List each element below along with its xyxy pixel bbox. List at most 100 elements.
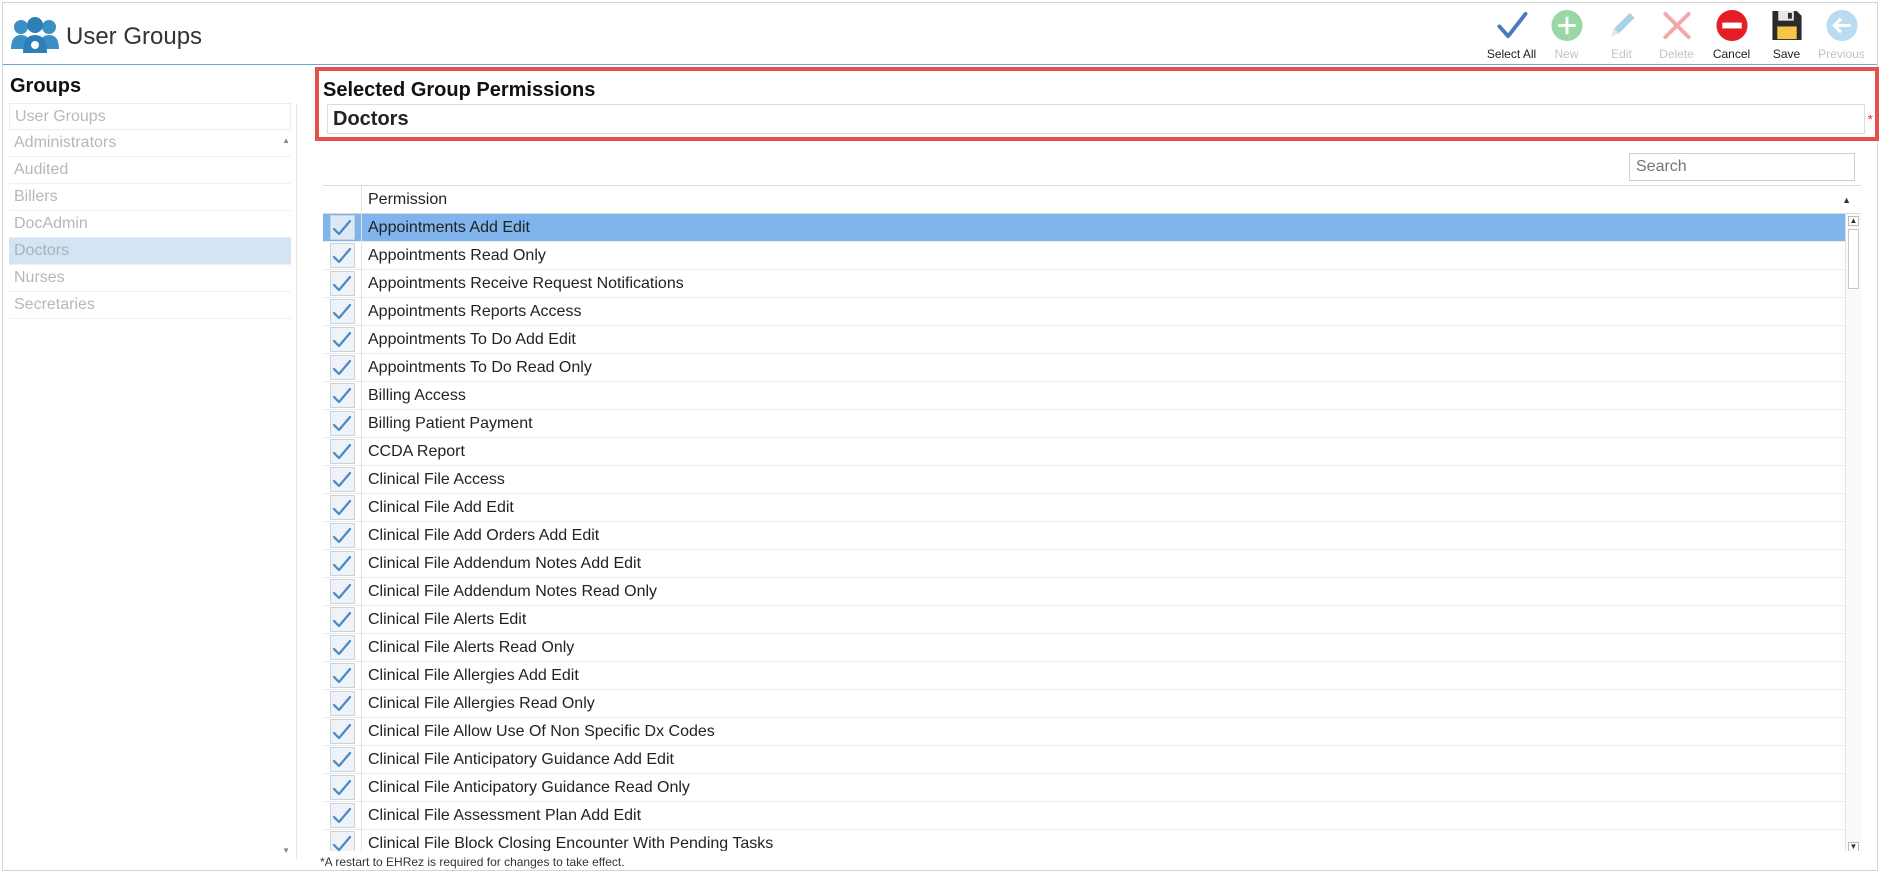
permission-checkbox[interactable] bbox=[323, 521, 362, 550]
table-row[interactable]: Billing Access bbox=[323, 381, 1856, 410]
permission-checkbox[interactable] bbox=[323, 745, 362, 774]
permission-label: Clinical File Add Orders Add Edit bbox=[368, 526, 600, 544]
checkmark-icon bbox=[332, 219, 352, 235]
table-row[interactable]: Clinical File Allergies Read Only bbox=[323, 689, 1856, 718]
table-row[interactable]: Clinical File Add Edit bbox=[323, 493, 1856, 522]
group-item-administrators[interactable]: Administrators bbox=[9, 130, 291, 157]
permission-checkbox[interactable] bbox=[323, 409, 362, 438]
table-row[interactable]: Clinical File Access bbox=[323, 465, 1856, 494]
permission-checkbox[interactable] bbox=[323, 801, 362, 830]
sort-ascending-icon[interactable]: ▲ bbox=[1842, 195, 1851, 205]
table-row[interactable]: Appointments Reports Access bbox=[323, 297, 1856, 326]
search-input[interactable] bbox=[1629, 153, 1855, 181]
permission-checkbox[interactable] bbox=[323, 297, 362, 326]
checkmark-icon bbox=[332, 303, 352, 319]
permission-checkbox[interactable] bbox=[323, 549, 362, 578]
permission-checkbox[interactable] bbox=[323, 241, 362, 270]
table-row[interactable]: Appointments To Do Read Only bbox=[323, 353, 1856, 382]
permission-label: Clinical File Alerts Read Only bbox=[368, 638, 575, 656]
checkbox-box bbox=[329, 439, 355, 464]
table-row[interactable]: CCDA Report bbox=[323, 437, 1856, 466]
permission-checkbox[interactable] bbox=[323, 661, 362, 690]
scroll-thumb[interactable] bbox=[1848, 229, 1859, 289]
permission-checkbox[interactable] bbox=[323, 325, 362, 354]
table-row[interactable]: Clinical File Anticipatory Guidance Add … bbox=[323, 745, 1856, 774]
group-item-docadmin[interactable]: DocAdmin bbox=[9, 211, 291, 238]
plus-circle-icon bbox=[1550, 9, 1583, 42]
table-row[interactable]: Clinical File Add Orders Add Edit bbox=[323, 521, 1856, 550]
permission-label: Appointments Reports Access bbox=[368, 302, 582, 320]
permission-checkbox[interactable] bbox=[323, 465, 362, 494]
page-title: User Groups bbox=[66, 23, 203, 50]
checkmark-icon bbox=[332, 359, 352, 375]
table-row[interactable]: Clinical File Addendum Notes Read Only bbox=[323, 577, 1856, 606]
checkbox-box bbox=[329, 691, 355, 716]
list-scroll-up-arrow[interactable]: ▲ bbox=[282, 136, 290, 145]
group-item-secretaries[interactable]: Secretaries bbox=[9, 292, 291, 319]
select-all-button[interactable]: Select All bbox=[1484, 7, 1539, 61]
permission-checkbox[interactable] bbox=[323, 493, 362, 522]
checkbox-box bbox=[329, 299, 355, 324]
permission-checkbox[interactable] bbox=[323, 633, 362, 662]
checkmark-icon bbox=[332, 695, 352, 711]
table-row[interactable]: Billing Patient Payment bbox=[323, 409, 1856, 438]
table-row[interactable]: Clinical File Allergies Add Edit bbox=[323, 661, 1856, 690]
table-row[interactable]: Clinical File Anticipatory Guidance Read… bbox=[323, 773, 1856, 802]
checkbox-box bbox=[329, 411, 355, 436]
permission-checkbox[interactable] bbox=[323, 213, 362, 242]
permission-label: Clinical File Allow Use Of Non Specific … bbox=[368, 722, 715, 740]
new-button[interactable]: New bbox=[1539, 7, 1594, 61]
table-row[interactable]: Clinical File Alerts Edit bbox=[323, 605, 1856, 634]
group-item-doctors[interactable]: Doctors bbox=[9, 238, 291, 265]
previous-button[interactable]: Previous bbox=[1814, 7, 1869, 61]
permission-checkbox[interactable] bbox=[323, 717, 362, 746]
list-scroll-down-arrow[interactable]: ▼ bbox=[282, 846, 290, 855]
permissions-panel: Selected Group Permissions Doctors * Per… bbox=[315, 67, 1879, 869]
checkbox-box bbox=[329, 803, 355, 828]
permission-checkbox[interactable] bbox=[323, 605, 362, 634]
scroll-down-arrow[interactable]: ▼ bbox=[1848, 842, 1859, 851]
table-row[interactable]: Clinical File Alerts Read Only bbox=[323, 633, 1856, 662]
checkmark-icon bbox=[332, 499, 352, 515]
previous-label: Previous bbox=[1818, 47, 1865, 61]
permission-checkbox[interactable] bbox=[323, 689, 362, 718]
permission-label: Appointments Read Only bbox=[368, 246, 546, 264]
permission-checkbox[interactable] bbox=[323, 269, 362, 298]
table-row[interactable]: Appointments To Do Add Edit bbox=[323, 325, 1856, 354]
vertical-scrollbar[interactable]: ▲ ▼ bbox=[1845, 214, 1861, 851]
permission-checkbox[interactable] bbox=[323, 381, 362, 410]
group-item-billers[interactable]: Billers bbox=[9, 184, 291, 211]
permission-label: Appointments Receive Request Notificatio… bbox=[368, 274, 684, 292]
checkbox-box bbox=[329, 271, 355, 296]
permission-checkbox[interactable] bbox=[323, 353, 362, 382]
checkbox-column-header[interactable] bbox=[323, 186, 362, 213]
cancel-label: Cancel bbox=[1712, 47, 1751, 61]
scroll-up-arrow[interactable]: ▲ bbox=[1848, 216, 1859, 226]
permission-column-header[interactable]: Permission bbox=[362, 186, 453, 213]
groups-column-header[interactable]: User Groups bbox=[9, 103, 291, 130]
group-item-nurses[interactable]: Nurses bbox=[9, 265, 291, 292]
permission-checkbox[interactable] bbox=[323, 577, 362, 606]
table-row[interactable]: Appointments Add Edit bbox=[323, 213, 1856, 242]
table-row[interactable]: Clinical File Block Closing Encounter Wi… bbox=[323, 829, 1856, 852]
table-row[interactable]: Clinical File Assessment Plan Add Edit bbox=[323, 801, 1856, 830]
permission-checkbox[interactable] bbox=[323, 437, 362, 466]
checkbox-box bbox=[329, 355, 355, 380]
permission-label: Clinical File Addendum Notes Add Edit bbox=[368, 554, 642, 572]
cancel-button[interactable]: Cancel bbox=[1704, 7, 1759, 61]
delete-button[interactable]: Delete bbox=[1649, 7, 1704, 61]
floppy-disk-icon bbox=[1771, 10, 1802, 41]
permission-checkbox[interactable] bbox=[323, 773, 362, 802]
table-row[interactable]: Clinical File Allow Use Of Non Specific … bbox=[323, 717, 1856, 746]
permission-checkbox[interactable] bbox=[323, 829, 362, 851]
permission-label: Clinical File Block Closing Encounter Wi… bbox=[368, 834, 774, 852]
save-label: Save bbox=[1772, 47, 1801, 61]
group-name-field[interactable]: Doctors bbox=[327, 104, 1865, 134]
table-row[interactable]: Clinical File Addendum Notes Add Edit bbox=[323, 549, 1856, 578]
checkbox-box bbox=[329, 747, 355, 772]
table-row[interactable]: Appointments Receive Request Notificatio… bbox=[323, 269, 1856, 298]
edit-button[interactable]: Edit bbox=[1594, 7, 1649, 61]
save-button[interactable]: Save bbox=[1759, 7, 1814, 61]
group-item-audited[interactable]: Audited bbox=[9, 157, 291, 184]
table-row[interactable]: Appointments Read Only bbox=[323, 241, 1856, 270]
